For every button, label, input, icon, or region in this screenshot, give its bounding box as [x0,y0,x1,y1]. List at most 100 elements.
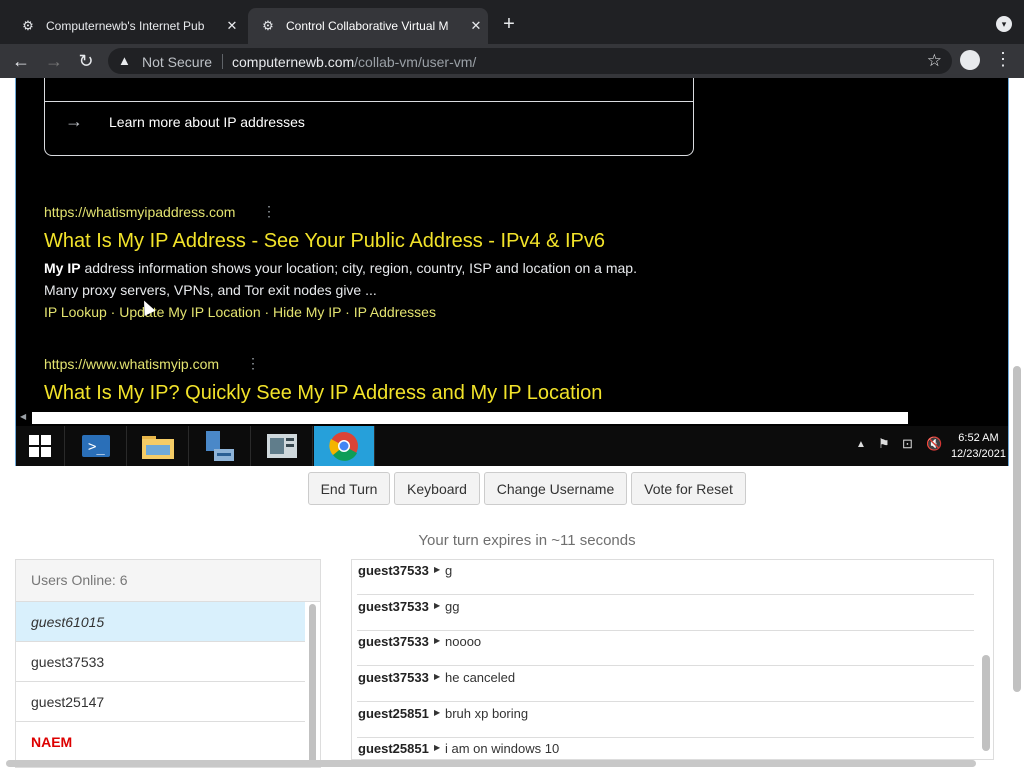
chat-scrollbar[interactable] [982,655,990,751]
windows-start-icon[interactable] [16,426,65,466]
snippet-text: address information shows your location;… [80,260,637,276]
arrow-right-icon: → [65,111,83,131]
chat-text: i am on windows 10 [445,741,560,756]
url-path: /collab-vm/user-vm/ [354,54,477,70]
chat-text: noooo [445,634,482,649]
chat-username[interactable]: guest37533 [358,563,429,578]
url-text[interactable]: computernewb.com/collab-vm/user-vm/ [232,54,476,70]
caret-right-icon: ▶ [434,672,441,681]
page-horizontal-scrollbar[interactable] [6,760,976,767]
chat-message: guest25851 ▶ i am on windows 10 [357,738,974,759]
browser-tab-strip: ⚙ Computernewb's Internet Pub ✕ ⚙ Contro… [0,0,1024,44]
learn-more-link[interactable]: Learn more about IP addresses [109,114,305,130]
chat-panel: guest37533 ▶ g guest37533 ▶ gg guest3753… [351,559,994,760]
site-favicon-icon: ⚙ [262,18,274,33]
powershell-icon[interactable]: >_ [66,426,127,466]
control-panel-icon[interactable] [252,426,313,466]
vm-screen[interactable]: → Learn more about IP addresses https://… [15,78,1009,466]
tab-title: Computernewb's Internet Pub [46,19,205,33]
chat-text: he canceled [445,670,516,685]
action-center-flag-icon[interactable]: ⚑ [878,436,890,452]
page-vertical-scrollbar[interactable] [1013,366,1021,692]
omnibox-divider [222,54,223,69]
address-bar[interactable]: ▲ Not Secure computernewb.com/collab-vm/… [108,48,952,74]
server-manager-icon[interactable] [190,426,251,466]
chrome-taskbar-icon[interactable] [314,426,375,466]
security-label[interactable]: Not Secure [142,54,212,70]
back-icon[interactable]: ← [10,50,32,72]
keyboard-button[interactable]: Keyboard [394,472,480,505]
result-url[interactable]: https://whatismyipaddress.com [44,204,235,220]
close-tab-icon[interactable]: ✕ [220,18,244,34]
user-list-item[interactable]: guest37533 [16,642,305,682]
caret-right-icon: ▶ [434,708,441,717]
vote-reset-button[interactable]: Vote for Reset [631,472,746,505]
scrollbar-thumb[interactable] [32,412,908,424]
reload-icon[interactable]: ↻ [75,50,97,72]
caret-right-icon: ▶ [434,565,441,574]
bookmark-star-icon[interactable]: ☆ [927,51,942,71]
scroll-left-icon[interactable]: ◀ [20,412,26,421]
chat-message: guest37533 ▶ gg [357,596,974,631]
tab-collab-vm[interactable]: ⚙ Control Collaborative Virtual M ✕ [248,8,488,44]
result-snippet-line2: Many proxy servers, VPNs, and Tor exit n… [44,282,377,298]
tab-search-icon[interactable]: ▾ [996,16,1012,32]
taskbar-clock[interactable]: 6:52 AM 12/23/2021 [951,430,1006,462]
warning-icon: ▲ [118,53,131,68]
svg-text:>_: >_ [88,439,105,455]
site-favicon-icon: ⚙ [22,18,34,33]
ip-info-card: → Learn more about IP addresses [44,78,694,156]
chat-message: guest37533 ▶ noooo [357,631,974,666]
turn-status: Your turn expires in ~11 seconds [418,532,636,549]
chat-text: gg [445,599,460,614]
browser-toolbar: ← → ↻ ▲ Not Secure computernewb.com/coll… [0,44,1024,78]
change-username-button[interactable]: Change Username [484,472,627,505]
file-explorer-icon[interactable] [128,426,189,466]
chat-message: guest37533 ▶ he canceled [357,667,974,702]
chat-text: bruh xp boring [445,706,529,721]
result-sitelinks[interactable]: IP Lookup · Update My IP Location · Hide… [44,304,436,320]
vm-browser-page: → Learn more about IP addresses https://… [16,78,1008,426]
result-title[interactable]: What Is My IP Address - See Your Public … [44,230,605,253]
chat-username[interactable]: guest37533 [358,634,429,649]
tab-computernewb[interactable]: ⚙ Computernewb's Internet Pub ✕ [8,8,244,44]
new-tab-icon[interactable]: + [498,14,520,36]
chat-username[interactable]: guest25851 [358,741,429,756]
caret-right-icon: ▶ [434,636,441,645]
tray-expand-icon[interactable]: ▲ [856,439,866,450]
profile-avatar-icon[interactable] [960,50,980,70]
user-list-item[interactable]: guest61015 [16,602,305,642]
users-scrollbar[interactable] [309,604,316,764]
chat-username[interactable]: guest37533 [358,670,429,685]
chat-username[interactable]: guest25851 [358,706,429,721]
result-snippet: My IP address information shows your loc… [44,260,637,276]
close-tab-icon[interactable]: ✕ [464,18,488,34]
clock-time: 6:52 AM [958,432,999,444]
more-options-icon[interactable]: ⋮ [246,355,260,372]
user-list-item[interactable]: NAEM [16,722,305,762]
users-online-panel: Users Online: 6 guest61015 guest37533 gu… [15,559,321,768]
user-list-item[interactable]: guest25147 [16,682,305,722]
users-online-header: Users Online: 6 [16,560,320,602]
card-divider [45,101,693,102]
browser-menu-icon[interactable]: ⋮ [994,48,1012,70]
url-domain: computernewb.com [232,54,355,70]
snippet-bold: My IP [44,260,81,276]
forward-icon[interactable]: → [43,50,65,72]
tab-title: Control Collaborative Virtual M [286,19,449,33]
caret-right-icon: ▶ [434,601,441,610]
chat-message: guest25851 ▶ bruh xp boring [357,703,974,738]
network-icon[interactable]: ⊡ [902,436,913,452]
chat-message: guest37533 ▶ g [357,560,974,595]
result-url[interactable]: https://www.whatismyip.com [44,356,219,372]
chat-text: g [445,563,453,578]
chat-username[interactable]: guest37533 [358,599,429,614]
caret-right-icon: ▶ [434,743,441,752]
more-options-icon[interactable]: ⋮ [262,203,276,220]
result-title[interactable]: What Is My IP? Quickly See My IP Address… [44,382,602,405]
windows-taskbar: >_ ▲ ⚑ ⊡ 🔇 6:52 AM 12/23/2021 [16,426,1008,466]
end-turn-button[interactable]: End Turn [308,472,390,505]
clock-date: 12/23/2021 [950,448,1006,460]
vm-horizontal-scrollbar[interactable]: ◀ [16,411,1008,425]
volume-muted-icon[interactable]: 🔇 [926,436,942,452]
